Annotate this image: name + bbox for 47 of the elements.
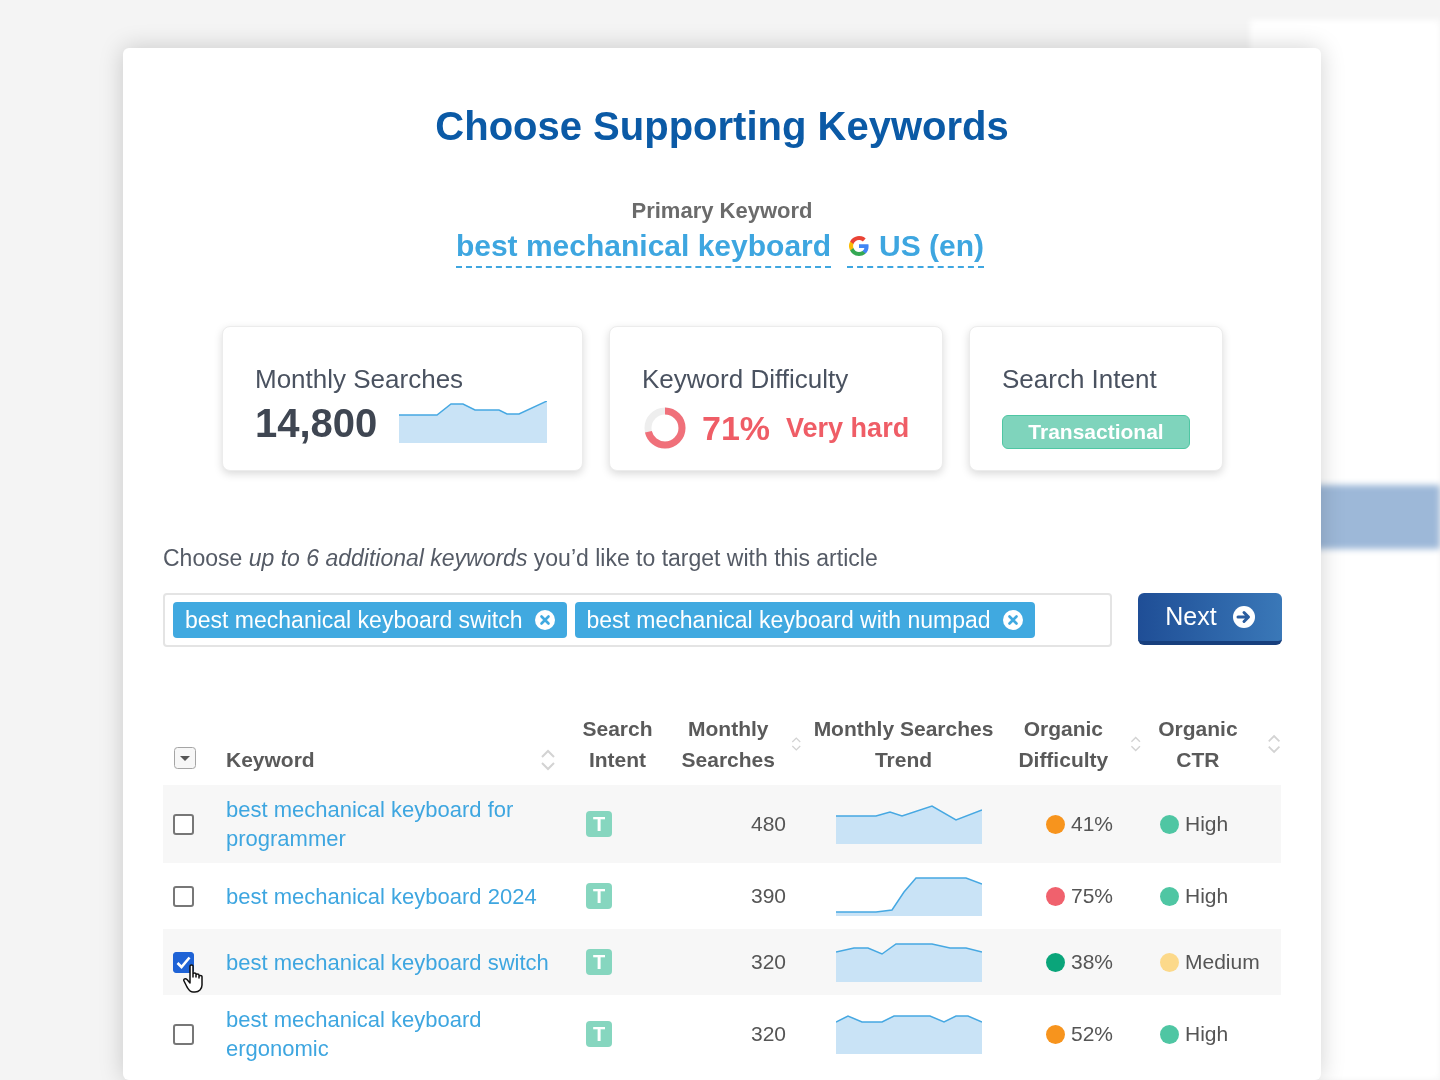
- column-header[interactable]: Monthly Searches: [669, 713, 788, 775]
- remove-icon[interactable]: [1002, 610, 1023, 630]
- ctr-cell-text: High: [1185, 811, 1229, 838]
- primary-keyword-label: Primary Keyword: [630, 197, 814, 225]
- ctr-cell-text: High: [1185, 883, 1229, 910]
- difficulty-cell-text: 52%: [1071, 1021, 1114, 1048]
- column-header[interactable]: Organic CTR: [1141, 713, 1255, 775]
- stat-label: Keyword Difficulty: [642, 363, 850, 395]
- difficulty-cell-text: 75%: [1071, 883, 1114, 910]
- remove-icon[interactable]: [534, 610, 555, 630]
- row-checkbox[interactable]: [173, 1023, 194, 1045]
- google-icon: [847, 234, 872, 258]
- difficulty-cell-text: 38%: [1071, 949, 1114, 976]
- intent-badge: T: [586, 949, 612, 975]
- dialog-title: Choose Supporting Keywords: [434, 103, 1010, 150]
- intent-badge: Transactional: [1002, 415, 1190, 449]
- searches-cell-text: 480: [749, 811, 787, 838]
- intent-badge: T: [586, 883, 612, 909]
- searches-cell-text: 320: [749, 949, 787, 976]
- stat-label: Monthly Searches: [255, 363, 465, 395]
- column-header[interactable]: Keyword: [226, 744, 315, 775]
- sort-icon[interactable]: [540, 747, 556, 772]
- difficulty-cell-text: 41%: [1071, 811, 1114, 838]
- next-button[interactable]: Next: [1138, 593, 1282, 645]
- ctr-cell-text: Medium: [1185, 949, 1260, 976]
- keyword-chip: best mechanical keyboard with numpad: [574, 602, 1035, 638]
- stat-value: 14,800: [255, 400, 378, 447]
- row-checkbox[interactable]: [173, 813, 194, 835]
- intent-badge: T: [586, 811, 612, 837]
- column-header[interactable]: Search Intent: [566, 713, 669, 775]
- stat-label: Search Intent: [1002, 363, 1158, 395]
- instruction-text: Choose up to 6 additional keywords you’d like to target with this article: [163, 544, 879, 573]
- row-checkbox[interactable]: [173, 885, 194, 907]
- column-header[interactable]: Organic Difficulty: [1001, 713, 1126, 775]
- column-header[interactable]: Monthly Searches Trend: [806, 713, 1001, 775]
- searches-cell-text: 390: [749, 883, 787, 910]
- intent-badge: T: [586, 1021, 612, 1047]
- difficulty-gauge: [642, 405, 688, 451]
- select-all-dropdown[interactable]: [174, 747, 196, 769]
- ctr-cell-text: High: [1185, 1021, 1229, 1048]
- checkmark-icon: [176, 955, 191, 969]
- difficulty-value: 71%: [702, 408, 771, 448]
- searches-cell-text: 320: [749, 1021, 787, 1048]
- sort-icon[interactable]: [1266, 732, 1281, 756]
- difficulty-rating: Very hard: [786, 412, 910, 445]
- keyword-chip: best mechanical keyboard switch: [173, 602, 567, 638]
- arrow-right-icon: [1232, 606, 1255, 628]
